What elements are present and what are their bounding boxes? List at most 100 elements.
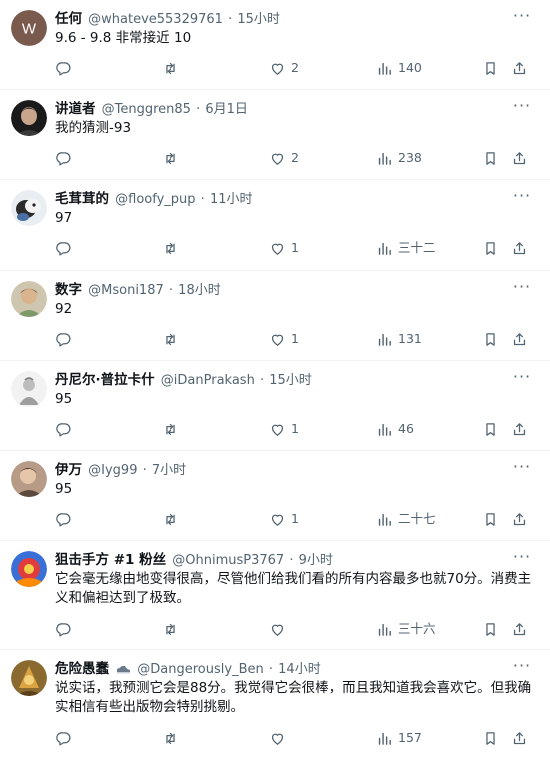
- heart-icon: [269, 511, 286, 528]
- display-name[interactable]: 危险愚蠢: [55, 661, 109, 677]
- post-header: 毛茸茸的 @floofy_pup · 11小时: [55, 189, 510, 209]
- display-name[interactable]: 丹尼尔·普拉卡什: [55, 372, 155, 388]
- avatar[interactable]: [11, 461, 47, 497]
- more-icon[interactable]: ···: [512, 279, 532, 300]
- display-name[interactable]: 讲道者: [55, 101, 96, 117]
- reply-post[interactable]: 毛茸茸的 @floofy_pup · 11小时 ··· 97 1 三十二: [0, 180, 550, 271]
- avatar[interactable]: W: [11, 10, 47, 46]
- reply-button[interactable]: [55, 619, 72, 639]
- avatar[interactable]: [11, 551, 47, 587]
- display-name[interactable]: 伊万: [55, 462, 82, 478]
- share-button[interactable]: [511, 238, 528, 258]
- more-icon[interactable]: ···: [512, 98, 532, 119]
- retweet-button[interactable]: [162, 329, 179, 349]
- post-text: 95: [55, 391, 73, 407]
- avatar[interactable]: [11, 371, 47, 407]
- like-button[interactable]: [269, 619, 291, 639]
- views-button[interactable]: 三十六: [376, 619, 436, 639]
- avatar[interactable]: [11, 190, 47, 226]
- post-time[interactable]: 11小时: [210, 192, 253, 207]
- like-button[interactable]: 1: [269, 509, 299, 529]
- reply-button[interactable]: [55, 148, 72, 168]
- share-button[interactable]: [511, 148, 528, 168]
- like-button[interactable]: 1: [269, 238, 299, 258]
- reply-post[interactable]: 狙击手方 #1 粉丝 @OhnimusP3767 · 9小时 ··· 它会毫无缘…: [0, 541, 550, 650]
- reply-button[interactable]: [55, 58, 72, 78]
- views-button[interactable]: 131: [376, 329, 422, 349]
- reply-button[interactable]: [55, 329, 72, 349]
- post-time[interactable]: 6月1日: [205, 102, 248, 117]
- post-time[interactable]: 14小时: [278, 662, 321, 677]
- bookmark-button[interactable]: [482, 238, 499, 258]
- views-button[interactable]: 238: [376, 148, 422, 168]
- user-handle[interactable]: @Tenggren85: [102, 102, 191, 117]
- share-button[interactable]: [511, 58, 528, 78]
- display-name[interactable]: 数字: [55, 282, 82, 298]
- like-button[interactable]: 1: [269, 329, 299, 349]
- bookmark-button[interactable]: [482, 329, 499, 349]
- user-handle[interactable]: @floofy_pup: [115, 192, 195, 207]
- retweet-button[interactable]: [162, 509, 179, 529]
- reply-button[interactable]: [55, 728, 72, 748]
- reply-post[interactable]: 讲道者 @Tenggren85 · 6月1日 ··· 我的猜测-93 2 238: [0, 90, 550, 180]
- share-button[interactable]: [511, 728, 528, 748]
- reply-post[interactable]: 丹尼尔·普拉卡什 @iDanPrakash · 15小时 ··· 95 1 46: [0, 361, 550, 451]
- avatar[interactable]: [11, 660, 47, 696]
- post-time[interactable]: 15小时: [237, 12, 280, 27]
- reply-post[interactable]: W 任何 @whateve55329761 · 15小时 ··· 9.6 - 9…: [0, 0, 550, 90]
- views-button[interactable]: 46: [376, 419, 414, 439]
- post-time[interactable]: 7小时: [152, 463, 186, 478]
- bookmark-button[interactable]: [482, 619, 499, 639]
- display-name[interactable]: 毛茸茸的: [55, 191, 109, 207]
- reply-post[interactable]: 数字 @Msoni187 · 18小时 ··· 92 1 131: [0, 271, 550, 361]
- reply-post[interactable]: 伊万 @Iyg99 · 7小时 ··· 95 1 二十七: [0, 451, 550, 541]
- user-handle[interactable]: @Dangerously_Ben: [137, 662, 263, 677]
- user-handle[interactable]: @iDanPrakash: [161, 373, 255, 388]
- avatar[interactable]: [11, 100, 47, 136]
- share-button[interactable]: [511, 419, 528, 439]
- post-time[interactable]: 18小时: [178, 283, 221, 298]
- user-handle[interactable]: @OhnimusP3767: [172, 553, 284, 568]
- post-time[interactable]: 9小时: [299, 553, 333, 568]
- retweet-button[interactable]: [162, 58, 179, 78]
- display-name[interactable]: 狙击手方 #1 粉丝: [55, 552, 166, 568]
- more-icon[interactable]: ···: [512, 8, 532, 29]
- like-button[interactable]: 1: [269, 419, 299, 439]
- bookmark-button[interactable]: [482, 58, 499, 78]
- retweet-button[interactable]: [162, 148, 179, 168]
- views-button[interactable]: 157: [376, 728, 422, 748]
- retweet-button[interactable]: [162, 619, 179, 639]
- retweet-button[interactable]: [162, 728, 179, 748]
- like-button[interactable]: [269, 728, 291, 748]
- more-icon[interactable]: ···: [512, 188, 532, 209]
- user-handle[interactable]: @Iyg99: [88, 463, 137, 478]
- reply-button[interactable]: [55, 238, 72, 258]
- more-icon[interactable]: ···: [512, 658, 532, 679]
- bookmark-button[interactable]: [482, 419, 499, 439]
- avatar[interactable]: [11, 281, 47, 317]
- bookmark-button[interactable]: [482, 148, 499, 168]
- reply-post[interactable]: 危险愚蠢 @Dangerously_Ben · 14小时 ··· 说实话，我预测…: [0, 650, 550, 762]
- share-button[interactable]: [511, 509, 528, 529]
- reply-button[interactable]: [55, 509, 72, 529]
- bookmark-button[interactable]: [482, 728, 499, 748]
- retweet-button[interactable]: [162, 238, 179, 258]
- bookmark-button[interactable]: [482, 509, 499, 529]
- like-button[interactable]: 2: [269, 148, 299, 168]
- views-button[interactable]: 二十七: [376, 509, 436, 529]
- display-name[interactable]: 任何: [55, 11, 82, 27]
- more-icon[interactable]: ···: [512, 549, 532, 570]
- views-button[interactable]: 140: [376, 58, 422, 78]
- user-handle[interactable]: @Msoni187: [88, 283, 164, 298]
- views-button[interactable]: 三十二: [376, 238, 436, 258]
- post-time[interactable]: 15小时: [269, 373, 312, 388]
- reply-button[interactable]: [55, 419, 72, 439]
- more-icon[interactable]: ···: [512, 459, 532, 480]
- user-handle[interactable]: @whateve55329761: [88, 12, 223, 27]
- like-button[interactable]: 2: [269, 58, 299, 78]
- share-button[interactable]: [511, 619, 528, 639]
- more-icon[interactable]: ···: [512, 369, 532, 390]
- retweet-button[interactable]: [162, 419, 179, 439]
- share-button[interactable]: [511, 329, 528, 349]
- bookmark-icon: [482, 621, 499, 638]
